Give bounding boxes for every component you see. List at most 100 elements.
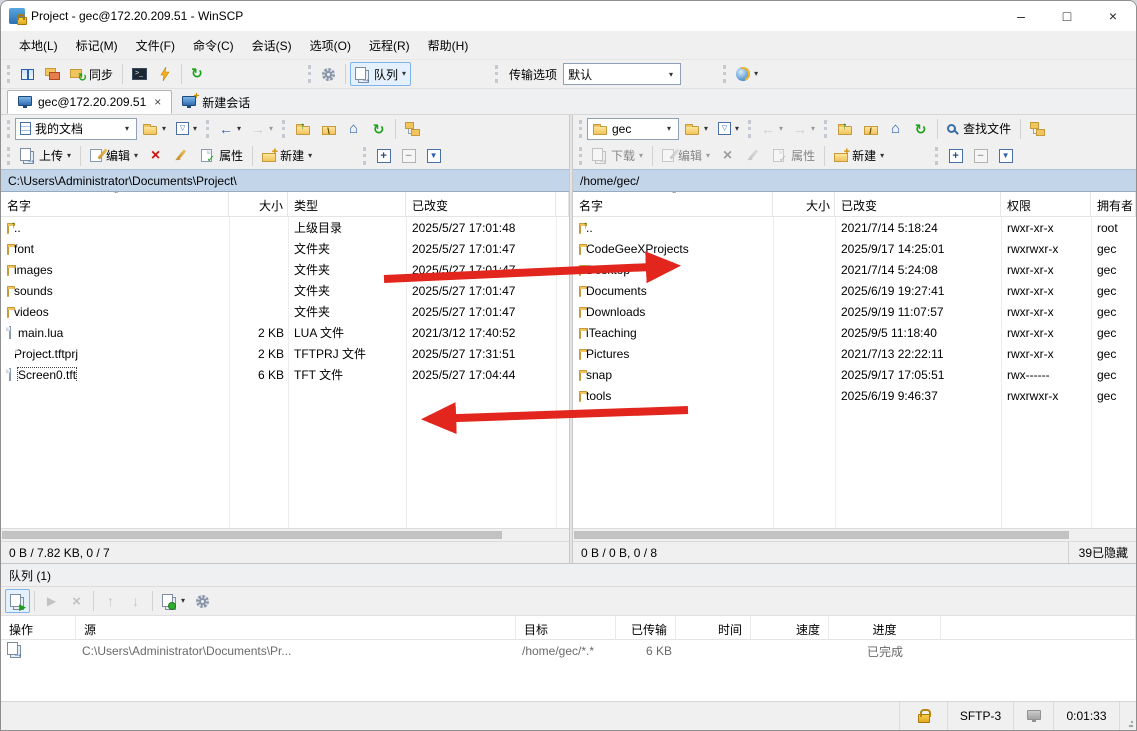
column-header-owner[interactable]: 拥有者	[1091, 192, 1136, 216]
toolbar-grip[interactable]	[308, 65, 312, 83]
menu-item[interactable]: 帮助(H)	[420, 33, 477, 58]
panel-minus-button[interactable]: −	[396, 144, 421, 168]
file-row[interactable]: Screen0.tft 6 KB TFT 文件 2025/5/27 17:04:…	[1, 364, 569, 385]
file-row[interactable]: main.lua 2 KB LUA 文件 2021/3/12 17:40:52	[1, 322, 569, 343]
filter-button[interactable]: ▾	[713, 117, 744, 141]
file-row[interactable]: sounds 文件夹 2025/5/27 17:01:47	[1, 280, 569, 301]
column-header-size[interactable]: 大小	[773, 192, 835, 216]
panel-filter-button[interactable]: ▼	[993, 144, 1018, 168]
toolbar-grip[interactable]	[824, 120, 828, 138]
remote-path-bar[interactable]: /home/gec/	[573, 169, 1136, 192]
edit-button[interactable]: 编辑▾	[85, 144, 143, 168]
menu-item[interactable]: 会话(S)	[244, 33, 300, 58]
open-directory-button[interactable]: ▾	[137, 117, 171, 141]
new-session-tab[interactable]: 新建会话	[172, 90, 260, 114]
queue-column-transferred[interactable]: 已传输	[616, 616, 676, 643]
panel-plus-button[interactable]: +	[943, 144, 968, 168]
toolbar-grip[interactable]	[363, 147, 367, 165]
queue-column-speed[interactable]: 速度	[751, 616, 829, 643]
download-button[interactable]: 下载▾	[587, 144, 648, 168]
queue-delete-button[interactable]: ×	[64, 589, 89, 613]
edit-button[interactable]: 编辑▾	[657, 144, 715, 168]
file-row[interactable]: iTeaching 2025/9/5 11:18:40 rwxr-xr-x ge…	[573, 322, 1136, 343]
toolbar-grip[interactable]	[748, 120, 752, 138]
file-row[interactable]: .. 上级目录 2025/5/27 17:01:48	[1, 217, 569, 238]
local-path-bar[interactable]: C:\Users\Administrator\Documents\Project…	[1, 169, 569, 192]
refresh-panels-button[interactable]	[186, 62, 212, 86]
properties-button[interactable]: 属性	[193, 144, 248, 168]
queue-item-row[interactable]: C:\Users\Administrator\Documents\Pr... /…	[1, 640, 1136, 662]
forward-button[interactable]: →▾	[788, 117, 820, 141]
queue-move-down-button[interactable]: ↓	[123, 589, 148, 613]
home-directory-button[interactable]	[883, 117, 908, 141]
toolbar-grip[interactable]	[7, 147, 11, 165]
forward-button[interactable]: →▾	[246, 117, 278, 141]
queue-column-time[interactable]: 时间	[676, 616, 751, 643]
parent-directory-button[interactable]	[290, 117, 316, 141]
console-button[interactable]	[127, 62, 152, 86]
minimize-button[interactable]: –	[998, 1, 1044, 31]
menu-item[interactable]: 本地(L)	[11, 33, 66, 58]
column-header-size[interactable]: 大小	[229, 192, 288, 216]
delete-button[interactable]: ×	[143, 144, 168, 168]
file-row[interactable]: Pictures 2021/7/13 22:22:11 rwxr-xr-x ge…	[573, 343, 1136, 364]
queue-column-source[interactable]: 源	[76, 616, 516, 643]
toolbar-grip[interactable]	[206, 120, 210, 138]
back-button[interactable]: ←▾	[214, 117, 246, 141]
putty-button[interactable]	[152, 62, 177, 86]
remote-drive-combo[interactable]: gec ▾	[587, 118, 679, 140]
protocol-cell[interactable]: SFTP-3	[948, 702, 1014, 730]
file-row[interactable]: tools 2025/6/19 9:46:37 rwxrwxr-x gec	[573, 385, 1136, 406]
delete-button[interactable]: ×	[715, 144, 740, 168]
directory-tree-button[interactable]	[1025, 117, 1050, 141]
file-row[interactable]: font 文件夹 2025/5/27 17:01:47	[1, 238, 569, 259]
queue-column-progress[interactable]: 进度	[829, 616, 941, 643]
toolbar-grip[interactable]	[723, 65, 727, 83]
menu-item[interactable]: 标记(M)	[68, 33, 126, 58]
file-row[interactable]: Downloads 2025/9/19 11:07:57 rwxr-xr-x g…	[573, 301, 1136, 322]
queue-preferences-button[interactable]	[190, 589, 215, 613]
refresh-directory-button[interactable]	[366, 117, 391, 141]
panel-filter-button[interactable]: ▼	[421, 144, 446, 168]
toolbar-grip[interactable]	[495, 65, 499, 83]
sync-browsing-button[interactable]	[40, 62, 65, 86]
menu-item[interactable]: 文件(F)	[128, 33, 183, 58]
scrollbar-thumb[interactable]	[2, 531, 502, 539]
menu-item[interactable]: 命令(C)	[185, 33, 242, 58]
queue-toggle-button[interactable]: 队列▾	[350, 62, 411, 86]
toolbar-grip[interactable]	[935, 147, 939, 165]
queue-resume-button[interactable]: ▶	[39, 589, 64, 613]
queue-move-up-button[interactable]: ↑	[98, 589, 123, 613]
column-header-name[interactable]: 名字ˆ	[573, 192, 773, 216]
column-header-modified[interactable]: 已改变	[406, 192, 556, 216]
find-files-button[interactable]: 查找文件	[942, 117, 1016, 141]
root-directory-button[interactable]: /	[858, 117, 883, 141]
maximize-button[interactable]: □	[1044, 1, 1090, 31]
file-row[interactable]: .. 2021/7/14 5:18:24 rwxr-xr-x root	[573, 217, 1136, 238]
properties-button[interactable]: 属性	[765, 144, 820, 168]
close-tab-icon[interactable]: ×	[154, 95, 161, 109]
file-row[interactable]: Desktop 2021/7/14 5:24:08 rwxr-xr-x gec	[573, 259, 1136, 280]
horizontal-scrollbar[interactable]	[1, 528, 569, 541]
resize-grip[interactable]	[1120, 702, 1136, 730]
session-tab[interactable]: gec@172.20.209.51 ×	[7, 90, 172, 114]
file-row[interactable]: images 文件夹 2025/5/27 17:01:47	[1, 259, 569, 280]
hidden-files-count[interactable]: 39已隐藏	[1068, 542, 1128, 563]
local-drive-combo[interactable]: 我的文档 ▾	[15, 118, 137, 140]
new-button[interactable]: 新建▾	[257, 144, 317, 168]
file-row[interactable]: videos 文件夹 2025/5/27 17:01:47	[1, 301, 569, 322]
refresh-directory-button[interactable]	[908, 117, 933, 141]
queue-column-operation[interactable]: 操作	[1, 616, 76, 643]
file-row[interactable]: snap 2025/9/17 17:05:51 rwx------ gec	[573, 364, 1136, 385]
directory-tree-button[interactable]	[400, 117, 425, 141]
duration-cell[interactable]: 0:01:33	[1054, 702, 1120, 730]
transfer-preset-combo[interactable]: 默认 ▾	[563, 63, 681, 85]
rename-button[interactable]	[168, 144, 193, 168]
open-directory-button[interactable]: ▾	[679, 117, 713, 141]
new-button[interactable]: 新建▾	[829, 144, 889, 168]
column-header-permissions[interactable]: 权限	[1001, 192, 1091, 216]
filter-button[interactable]: ▾	[171, 117, 202, 141]
panel-plus-button[interactable]: +	[371, 144, 396, 168]
menu-item[interactable]: 远程(R)	[361, 33, 418, 58]
close-button[interactable]: ×	[1090, 1, 1136, 31]
